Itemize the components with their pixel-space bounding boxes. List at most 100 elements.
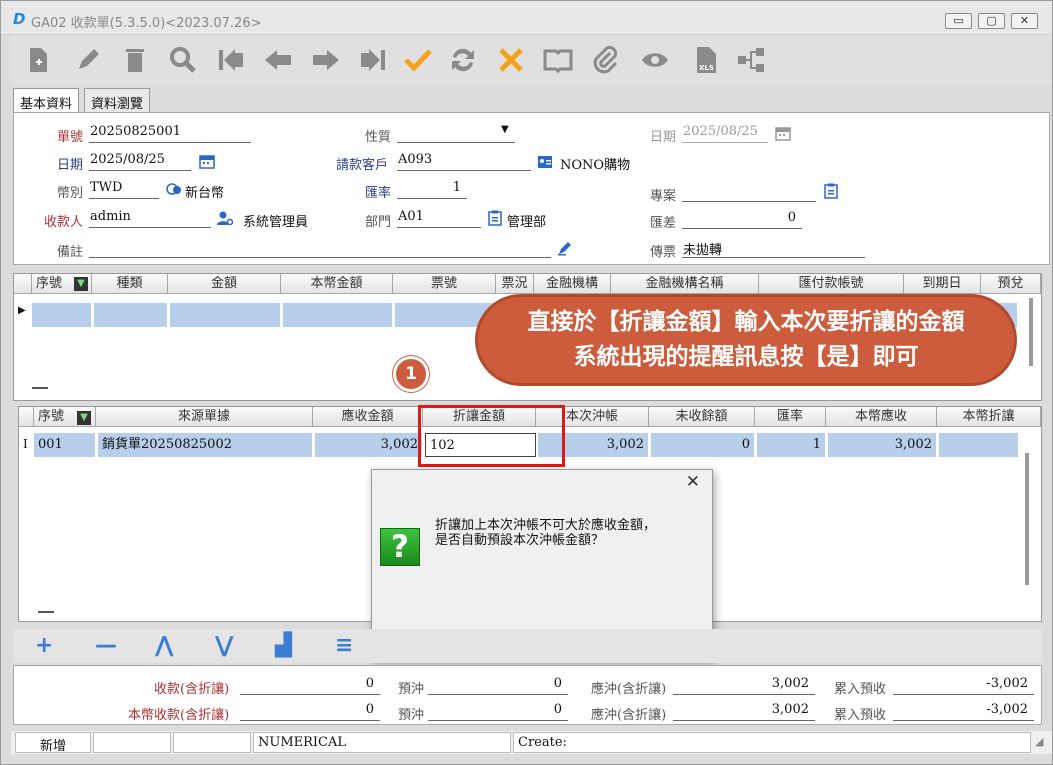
grid1-header[interactable]: 種類 [92, 274, 168, 294]
xls-icon[interactable]: XLS [689, 43, 723, 77]
first-icon[interactable] [214, 43, 248, 77]
edit-icon[interactable] [71, 43, 105, 77]
remark-label: 備註 [57, 245, 84, 260]
grid1-cell[interactable] [32, 303, 92, 327]
attach-icon[interactable] [588, 43, 622, 77]
project-label: 專案 [650, 189, 677, 204]
last-icon[interactable] [356, 43, 390, 77]
grid1-header[interactable]: 匯付款帳號 [759, 274, 904, 294]
nature-select[interactable] [397, 124, 515, 143]
remove-row-icon[interactable]: — [95, 633, 117, 658]
payee-name: 系統管理員 [243, 215, 309, 230]
calendar-icon[interactable] [199, 153, 215, 169]
customer-code-field[interactable]: A093 [397, 152, 531, 171]
currency-field[interactable]: TWD [89, 180, 159, 199]
close-icon[interactable]: ✕ [686, 472, 700, 492]
refresh-icon[interactable] [446, 43, 480, 77]
grid1-cell[interactable] [94, 303, 168, 327]
grid2-cell[interactable]: 3,002 [828, 433, 937, 457]
flow-icon[interactable] [734, 43, 768, 77]
grid1-cell[interactable] [283, 303, 393, 327]
delete-icon[interactable] [118, 43, 152, 77]
received-label: 收款(含折讓) [154, 682, 230, 697]
grid1-header[interactable]: 票況 [496, 274, 534, 294]
main-toolbar: XLS [11, 35, 1052, 85]
cancel-icon[interactable] [494, 43, 528, 77]
customer-label: 請款客戶 [336, 158, 389, 173]
date-top-label: 日期 [650, 130, 677, 145]
grid2-cell[interactable]: 0 [651, 433, 755, 457]
move-up-icon[interactable]: ⋀ [155, 633, 174, 658]
grid1-cell[interactable] [170, 303, 281, 327]
grid1-header[interactable]: 票號 [393, 274, 496, 294]
grid2-cell[interactable]: 1 [757, 433, 826, 457]
grid2-cell[interactable]: 3,002 [315, 433, 423, 457]
row-cursor-icon: I [23, 437, 28, 451]
discount-highlight-box [418, 405, 565, 467]
blocks-icon[interactable]: ▟ [275, 633, 292, 658]
tab-browse[interactable]: 資料瀏覽 [84, 88, 151, 112]
grid1-header[interactable]: 金融機構名稱 [611, 274, 759, 294]
currency-exchange-icon[interactable] [166, 181, 182, 197]
clipboard-icon[interactable] [487, 210, 503, 226]
grid2-header[interactable]: 未收餘額 [649, 407, 755, 427]
diff-label: 匯差 [650, 216, 677, 231]
date-top-field[interactable]: 2025/08/25 [682, 124, 768, 143]
user-settings-icon[interactable] [217, 210, 233, 226]
close-window-button[interactable]: ✕ [1011, 13, 1038, 29]
dept-code-field[interactable]: A01 [397, 209, 481, 228]
contact-card-icon[interactable] [537, 154, 553, 170]
grid2-header[interactable]: 應收金額 [313, 407, 423, 427]
maximize-button[interactable]: ▢ [978, 13, 1005, 29]
minimize-button[interactable]: ▭ [945, 13, 972, 29]
payee-field[interactable]: admin [89, 209, 211, 228]
date-field[interactable]: 2025/08/25 [89, 152, 191, 171]
doc-no-field[interactable]: 20250825001 [89, 124, 251, 143]
grid2-cell[interactable]: 001 [34, 433, 96, 457]
add-row-icon[interactable]: + [35, 633, 53, 658]
grid1-header[interactable]: 預兌 [981, 274, 1041, 294]
sort-down-icon[interactable]: ▼ [74, 277, 88, 291]
grid-footer-mark [32, 387, 48, 389]
status-input-mode: NUMERICAL [253, 732, 511, 753]
grid2-cell[interactable]: 銷貨單20250825002 [98, 433, 313, 457]
confirm-icon[interactable] [401, 43, 435, 77]
rate-field[interactable]: 1 [397, 180, 467, 199]
status-cell-empty [93, 732, 171, 753]
grid1-header[interactable]: 本幣金額 [281, 274, 393, 294]
grid1-header[interactable]: 金融機構 [534, 274, 611, 294]
grid1-header[interactable]: 到期日 [904, 274, 981, 294]
calendar-icon[interactable] [775, 125, 791, 141]
menu-icon[interactable]: ≡ [335, 633, 353, 658]
chevron-down-icon[interactable]: ▼ [501, 124, 509, 135]
grid2-scrollbar[interactable] [1025, 453, 1029, 585]
remark-field[interactable] [89, 239, 551, 258]
prev-icon[interactable] [261, 43, 295, 77]
grid1-scrollbar[interactable] [1029, 298, 1033, 366]
new-icon[interactable] [21, 43, 55, 77]
project-field[interactable] [682, 183, 816, 202]
tab-basic[interactable]: 基本資料 [13, 88, 80, 113]
edit-pen-icon[interactable] [557, 240, 573, 256]
grid2-header[interactable]: 本幣折讓 [937, 407, 1041, 427]
diff-field[interactable]: 0 [682, 210, 802, 229]
grid2-header[interactable]: 匯率 [755, 407, 826, 427]
status-cell-empty [173, 732, 251, 753]
move-down-icon[interactable]: ⋁ [215, 633, 234, 658]
grid1-header[interactable]: 金額 [168, 274, 281, 294]
search-icon[interactable] [166, 43, 200, 77]
status-mode: 新增 [15, 732, 91, 754]
accum2-label: 累入預收 [834, 708, 887, 723]
grid2-header[interactable]: 本幣應收 [826, 407, 937, 427]
view-icon[interactable] [638, 43, 672, 77]
clipboard-icon[interactable] [823, 183, 839, 199]
question-icon: ? [380, 528, 420, 566]
book-icon[interactable] [541, 43, 575, 77]
dept-name: 管理部 [507, 215, 547, 230]
grid2-header[interactable]: 來源單據 [96, 407, 313, 427]
grid-toolbar: + — ⋀ ⋁ ▟ ≡ [13, 629, 1042, 663]
sort-down-icon[interactable]: ▼ [77, 411, 91, 425]
next-icon[interactable] [309, 43, 343, 77]
grid2-cell[interactable] [939, 433, 1019, 457]
resize-grip-icon[interactable]: ◢ [1035, 735, 1043, 748]
